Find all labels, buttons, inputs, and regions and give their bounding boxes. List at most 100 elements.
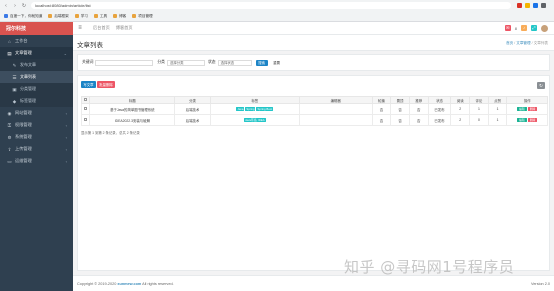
sidebar: 冠尔科技 ⌂ 工作台 ▤ 文章管理 ⌄ ✎ 发布文章 ☰ 文章列表 ▣ 分类管理 ◆ 标签管理 ◉ 网站管理… (0, 22, 73, 291)
bookmark-item[interactable]: 博客 (113, 14, 126, 19)
delete-button[interactable]: 删除 (527, 118, 538, 122)
refresh-icon[interactable]: ↻ (537, 82, 545, 89)
row-checkbox[interactable] (83, 106, 88, 111)
version-text: Version 2.0 (531, 282, 550, 286)
bookmark-item[interactable]: 后端框架 (48, 14, 69, 19)
breadcrumb-home[interactable]: 首页 (506, 41, 513, 46)
bookmark-label: 项目管理 (138, 13, 153, 18)
extension-icon[interactable] (525, 3, 530, 8)
category-select[interactable]: 选择分类 (166, 59, 205, 66)
breadcrumb-articles[interactable]: 文章管理 (516, 41, 530, 46)
sidebar-item[interactable]: ☰ 文章列表 (0, 71, 73, 83)
recommend-flag: 否 (408, 114, 429, 126)
forward-icon[interactable]: › (12, 3, 18, 9)
page-title: 文章列表 (77, 42, 103, 49)
table-row: IDEA2022.3安装与破解 后端技术 Java环境, IDEA 否否否已发布 2 0 1… (80, 114, 548, 126)
edit-icon: ✎ (12, 62, 17, 68)
globe-icon: ◉ (7, 110, 12, 116)
sidebar-item[interactable]: ⚿ 权限管理 ‹ (0, 119, 73, 131)
search-panel: 关键词 分类 选择分类 状态 选择状态 搜索 重置 (77, 54, 550, 71)
menu-toggle-icon[interactable]: ≡ (73, 25, 87, 31)
tag-badge: Java (236, 107, 245, 111)
url-bar[interactable]: localhost:8080/admin/article/list (31, 2, 511, 9)
sidebar-item-label: 网站管理 (15, 110, 32, 115)
bell-icon[interactable]: ♪ (521, 25, 527, 31)
write-article-button[interactable]: 写文章 (81, 81, 96, 88)
column-header: 轮播 (371, 96, 392, 104)
chevron-icon: ⌄ (63, 50, 67, 56)
extension-icons (517, 3, 546, 8)
bookmark-folder-icon (93, 14, 98, 18)
search-button[interactable]: 搜索 (255, 59, 268, 66)
read-count: 2 (450, 114, 471, 126)
main-content: 文章列表 首页 / 文章管理 / 文章列表 关键词 分类 选择分类 状态 选择状… (73, 35, 554, 275)
article-tags: Java Spring Spring Boot (209, 103, 300, 115)
extension-icon[interactable] (533, 3, 538, 8)
site-link[interactable]: xunmew.com (117, 282, 141, 286)
column-header: 分类 (174, 96, 211, 104)
extension-icon[interactable] (541, 3, 546, 8)
edit-button[interactable]: 编辑 (517, 107, 527, 111)
column-header: 状态 (427, 96, 452, 104)
sidebar-item[interactable]: ⚙ 系统管理 ‹ (0, 131, 73, 143)
recommend-flag: 否 (408, 103, 429, 115)
comment-count: 1 (469, 103, 489, 115)
sidebar-item[interactable]: ⇪ 上传管理 ‹ (0, 143, 73, 155)
page-header: 文章列表 首页 / 文章管理 / 文章列表 (73, 35, 554, 51)
breadcrumb-current: 文章列表 (533, 41, 548, 45)
watermark: 知乎 @寻码网1号程序员 (344, 258, 515, 276)
upload-icon: ⇪ (7, 146, 12, 152)
bookmark-label: 学习 (80, 13, 88, 18)
column-header: 点赞 (487, 96, 508, 104)
sidebar-item[interactable]: ◉ 网站管理 ‹ (0, 107, 73, 119)
avatar[interactable] (541, 24, 548, 32)
brand-logo[interactable]: 冠尔科技 (0, 22, 73, 35)
status-select[interactable]: 选择状态 (217, 59, 252, 66)
top-flag: 否 (390, 103, 410, 115)
tab-blog-home[interactable]: 博客首页 (116, 25, 133, 31)
copyright: Copyright © 2019-2020 xunmew.com All rig… (77, 282, 174, 286)
column-header: 标题 (89, 96, 176, 104)
row-checkbox[interactable] (83, 117, 88, 122)
extension-icon[interactable] (517, 3, 522, 8)
fullscreen-icon[interactable]: ⤢ (531, 25, 537, 31)
bookmark-item[interactable]: 学习 (74, 13, 88, 19)
sidebar-item-label: 分类管理 (20, 86, 36, 91)
message-icon[interactable]: ✉ (504, 25, 511, 31)
bookmark-item[interactable]: 工具 (93, 14, 107, 19)
sidebar-item[interactable]: ▭ 运维管理 ‹ (0, 155, 73, 167)
edit-button[interactable]: 编辑 (517, 118, 527, 122)
top-right-tools: ✉ 8 ♪ ⤢ (504, 24, 554, 32)
reload-icon[interactable]: ↻ (21, 3, 27, 9)
sidebar-item-label: 运维管理 (15, 158, 32, 163)
chevron-icon: ‹ (65, 122, 67, 128)
reset-button[interactable]: 重置 (270, 59, 283, 66)
tab-admin-home[interactable]: 后台首页 (93, 25, 110, 31)
column-header[interactable] (80, 96, 91, 104)
breadcrumb-sep: / (514, 41, 516, 45)
like-count: 1 (487, 103, 508, 115)
sidebar-item[interactable]: ▤ 文章管理 ⌄ (0, 47, 73, 59)
keyword-input[interactable] (95, 59, 154, 66)
table-body: 基于Java的简单图书管理系统 后端技术 Java Spring Spring Boot… (80, 103, 548, 126)
bookmark-item[interactable]: 百度一下，你就知道 (4, 14, 42, 19)
batch-delete-button[interactable]: 批量删除 (97, 81, 115, 88)
category-select-value: 选择分类 (169, 61, 184, 65)
delete-button[interactable]: 删除 (527, 107, 538, 111)
bookmark-item[interactable]: 项目管理 (132, 13, 153, 19)
article-title[interactable]: 基于Java的简单图书管理系统 (89, 103, 176, 115)
sidebar-item[interactable]: ▣ 分类管理 (0, 83, 73, 95)
article-category: 后端技术 (174, 103, 211, 115)
article-title[interactable]: IDEA2022.3安装与破解 (89, 114, 176, 126)
article-editor (298, 103, 373, 115)
sidebar-item[interactable]: ◆ 标签管理 (0, 95, 73, 107)
row-actions: 编辑 删除 (506, 114, 548, 126)
table-row: 基于Java的简单图书管理系统 后端技术 Java Spring Spring Boot… (80, 103, 548, 115)
sidebar-item[interactable]: ✎ 发布文章 (0, 59, 73, 71)
back-icon[interactable]: ‹ (3, 3, 9, 9)
like-count: 1 (487, 114, 508, 126)
sidebar-item[interactable]: ⌂ 工作台 (0, 35, 73, 47)
status-label: 状态 (207, 60, 216, 64)
tag-badge: Spring Boot (256, 107, 274, 111)
select-all-checkbox[interactable] (83, 97, 88, 102)
